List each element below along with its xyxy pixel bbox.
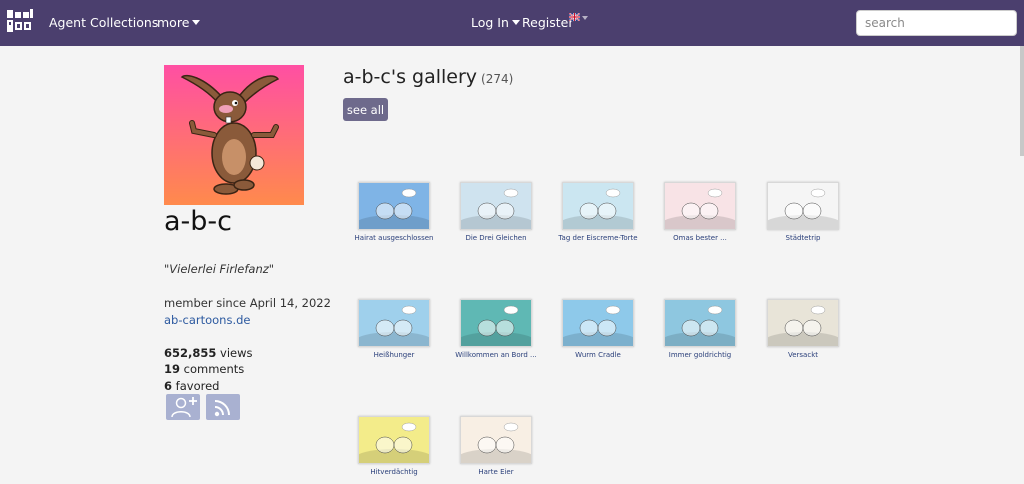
rss-icon — [214, 400, 230, 417]
views-stat: 652,855 views — [164, 346, 253, 360]
cartoon-thumbnail[interactable] — [664, 182, 736, 230]
nav-login-dropdown[interactable]: Log In — [471, 15, 520, 30]
gallery-item-caption[interactable]: Wurm Cradle — [546, 351, 650, 359]
cartoon-thumbnail[interactable] — [562, 299, 634, 347]
cartoon-thumbnail[interactable] — [460, 182, 532, 230]
cartoon-thumbnail[interactable] — [562, 182, 634, 230]
comments-label: comments — [183, 362, 245, 376]
gallery-item[interactable]: Tag der Eiscreme-Torte — [546, 182, 650, 242]
scrollbar[interactable] — [1020, 46, 1024, 156]
chevron-down-icon — [192, 20, 201, 25]
gallery-item[interactable]: Immer goldrichtig — [648, 299, 752, 359]
views-label: views — [220, 346, 253, 360]
gallery-item[interactable]: Harte Eier — [444, 416, 548, 476]
gallery-title: a-b-c's gallery — [343, 66, 478, 88]
chevron-down-icon — [511, 20, 520, 25]
profile-username: a-b-c — [164, 206, 233, 237]
gallery-item-caption[interactable]: Heißhunger — [342, 351, 446, 359]
favored-stat[interactable]: 6 favored — [164, 379, 219, 393]
gallery-item-caption[interactable]: Immer goldrichtig — [648, 351, 752, 359]
cartoon-thumbnail[interactable] — [358, 416, 430, 464]
follow-user-button[interactable] — [166, 394, 200, 420]
profile-motto: "Vielerlei Firlefanz" — [164, 262, 275, 276]
gallery-item-caption[interactable]: Tag der Eiscreme-Torte — [546, 234, 650, 242]
uk-flag-icon[interactable] — [569, 13, 580, 21]
cartoon-thumbnail[interactable] — [460, 299, 532, 347]
cartoon-thumbnail[interactable] — [664, 299, 736, 347]
see-all-button[interactable]: see all — [343, 98, 388, 121]
views-count: 652,855 — [164, 346, 217, 360]
gallery-item-caption[interactable]: Städtetrip — [751, 234, 855, 242]
gallery-item[interactable]: Hairat ausgeschlossen — [342, 182, 446, 242]
rss-feed-button[interactable] — [206, 394, 240, 420]
gallery-item[interactable]: Omas bester ... — [648, 182, 752, 242]
gallery-item-caption[interactable]: Hairat ausgeschlossen — [342, 234, 446, 242]
nav-login-label: Log In — [471, 15, 509, 30]
site-logo[interactable] — [6, 8, 34, 34]
cartoon-thumbnail[interactable] — [767, 182, 839, 230]
profile-website-link[interactable]: ab-cartoons.de — [164, 313, 251, 327]
comments-stat[interactable]: 19 comments — [164, 362, 244, 376]
nav-more-dropdown[interactable]: more — [157, 15, 201, 30]
gallery-item[interactable]: Die Drei Gleichen — [444, 182, 548, 242]
gallery-count: (274) — [481, 72, 514, 86]
comments-count: 19 — [164, 362, 181, 376]
cartoon-thumbnail[interactable] — [358, 182, 430, 230]
gallery-item-caption[interactable]: Die Drei Gleichen — [444, 234, 548, 242]
cartoon-thumbnail[interactable] — [460, 416, 532, 464]
gallery-item[interactable]: Städtetrip — [751, 182, 855, 242]
cartoon-thumbnail[interactable] — [767, 299, 839, 347]
gallery-item-caption[interactable]: Omas bester ... — [648, 234, 752, 242]
cartoon-thumbnail[interactable] — [358, 299, 430, 347]
add-user-icon — [171, 397, 197, 418]
nav-agent[interactable]: Agent — [49, 15, 86, 30]
language-chevron-icon[interactable] — [582, 16, 588, 20]
gallery-item[interactable]: Willkommen an Bord ... — [444, 299, 548, 359]
gallery-item[interactable]: Wurm Cradle — [546, 299, 650, 359]
favored-label: favored — [175, 379, 220, 393]
gallery-item-caption[interactable]: Hitverdächtig — [342, 468, 446, 476]
profile-avatar — [164, 65, 304, 205]
gallery-item-caption[interactable]: Harte Eier — [444, 468, 548, 476]
gallery-item-caption[interactable]: Willkommen an Bord ... — [444, 351, 548, 359]
member-since: member since April 14, 2022 — [164, 296, 331, 310]
gallery-item[interactable]: Versackt — [751, 299, 855, 359]
gallery-item[interactable]: Heißhunger — [342, 299, 446, 359]
gallery-item-caption[interactable]: Versackt — [751, 351, 855, 359]
nav-collections[interactable]: Collections — [90, 15, 158, 30]
favored-count: 6 — [164, 379, 173, 393]
nav-more-label: more — [157, 15, 190, 30]
top-navbar: Agent Collections more Log In Register — [0, 0, 1024, 46]
search-input[interactable] — [856, 10, 1017, 36]
gallery-item[interactable]: Hitverdächtig — [342, 416, 446, 476]
gallery-heading: a-b-c's gallery (274) — [343, 66, 513, 88]
nav-register[interactable]: Register — [522, 15, 573, 30]
